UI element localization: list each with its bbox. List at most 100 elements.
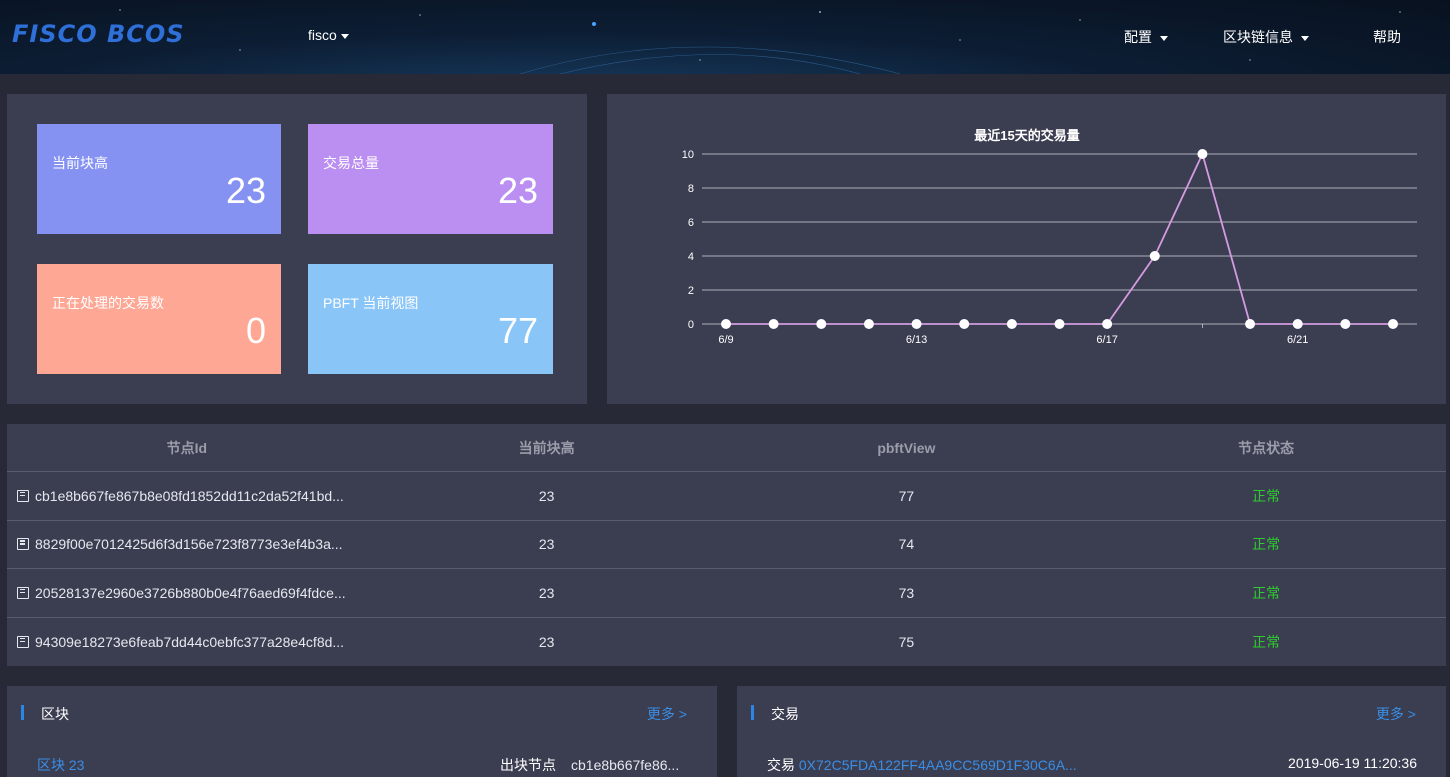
node-icon bbox=[17, 538, 29, 551]
data-point[interactable] bbox=[1054, 319, 1065, 329]
blocks-more-link[interactable]: 更多 > bbox=[647, 704, 687, 724]
nav-chain-info[interactable]: 区块链信息 bbox=[1223, 27, 1309, 47]
fisco-bcos-logo[interactable]: FISCO BCOS bbox=[12, 20, 185, 48]
series-points bbox=[721, 149, 1398, 329]
node-id-cell: 8829f00e7012425d6f3d156e723f8773e3ef4b3a… bbox=[7, 536, 367, 552]
table-row: 20528137e2960e3726b880b0e4f76aed69f4fdce… bbox=[7, 569, 1446, 618]
node-icon bbox=[17, 489, 29, 502]
node-id: 8829f00e7012425d6f3d156e723f8773e3ef4b3a… bbox=[35, 536, 343, 553]
data-point[interactable] bbox=[959, 319, 970, 329]
data-point[interactable] bbox=[1149, 251, 1160, 261]
sealer-node-id: cb1e8b667fe86... bbox=[571, 757, 680, 773]
blocks-panel: 区块 更多 > 区块 23 出块节点 cb1e8b667fe86... bbox=[7, 686, 717, 777]
block-height-cell: 23 bbox=[538, 584, 555, 601]
node-table: 节点Id 当前块高 pbftView 节点状态 cb1e8b667fe867b8… bbox=[7, 424, 1446, 666]
series-line bbox=[726, 151, 1393, 325]
block-link[interactable]: 区块 23 bbox=[37, 755, 84, 775]
y-axis-ticks: 0 2 4 6 8 10 bbox=[682, 149, 694, 331]
sealer-label: 出块节点 bbox=[500, 757, 556, 773]
transactions-section-title: 交易 bbox=[751, 704, 799, 724]
block-height-cell: 23 bbox=[538, 633, 555, 650]
data-point[interactable] bbox=[1102, 319, 1113, 329]
node-icon bbox=[17, 586, 29, 599]
stat-card-block-height: 当前块高 23 bbox=[37, 124, 281, 234]
transaction-prefix: 交易 bbox=[767, 757, 795, 773]
stat-value: 23 bbox=[225, 170, 266, 211]
x-tick-label: 6/17 bbox=[1096, 334, 1117, 346]
col-node-id: 节点Id bbox=[166, 439, 208, 456]
status-cell: 正常 bbox=[1252, 633, 1281, 650]
table-row: 8829f00e7012425d6f3d156e723f8773e3ef4b3a… bbox=[7, 521, 1446, 569]
data-point[interactable] bbox=[816, 319, 827, 329]
nav-config[interactable]: 配置 bbox=[1124, 27, 1168, 47]
y-tick-label: 2 bbox=[688, 285, 694, 297]
nav-help[interactable]: 帮助 bbox=[1373, 27, 1401, 47]
x-tick-label: 6/9 bbox=[718, 334, 733, 346]
pbft-view-cell: 75 bbox=[898, 633, 915, 650]
stat-card-pending-tx: 正在处理的交易数 0 bbox=[37, 264, 281, 374]
x-tick-label: 6/21 bbox=[1287, 334, 1308, 346]
table-row: 94309e18273e6feab7dd44c0ebfc377a28e4cf8d… bbox=[7, 618, 1446, 667]
transaction-item: 交易 0X72C5FDA122FF4AA9CC569D1F30C6A... bbox=[767, 755, 1077, 775]
pbft-view-cell: 77 bbox=[898, 487, 915, 504]
stat-card-tx-total: 交易总量 23 bbox=[308, 124, 553, 234]
col-node-status: 节点状态 bbox=[1238, 439, 1295, 456]
transactions-more-link[interactable]: 更多 > bbox=[1376, 704, 1416, 724]
y-tick-label: 8 bbox=[688, 183, 694, 195]
node-id: 94309e18273e6feab7dd44c0ebfc377a28e4cf8d… bbox=[35, 633, 345, 650]
nav-chain-info-label: 区块链信息 bbox=[1223, 29, 1293, 45]
blocks-section-title: 区块 bbox=[21, 704, 69, 724]
block-height-cell: 23 bbox=[538, 487, 555, 504]
caret-down-icon bbox=[1301, 35, 1309, 41]
stat-card-pbft-view: PBFT 当前视图 77 bbox=[308, 264, 553, 374]
user-dropdown[interactable]: fisco bbox=[308, 27, 349, 43]
data-point[interactable] bbox=[1197, 149, 1208, 159]
data-point[interactable] bbox=[1340, 319, 1351, 329]
y-tick-label: 4 bbox=[688, 251, 694, 263]
node-id-cell: 20528137e2960e3726b880b0e4f76aed69f4fdce… bbox=[7, 585, 367, 601]
status-cell: 正常 bbox=[1252, 487, 1281, 504]
data-point[interactable] bbox=[768, 319, 779, 329]
transaction-hash-link[interactable]: 0X72C5FDA122FF4AA9CC569D1F30C6A... bbox=[799, 757, 1077, 773]
col-block-height: 当前块高 bbox=[518, 439, 575, 456]
transaction-line-chart: 最近15天的交易量 0 2 4 6 8 10 6/9 6/13 6/17 6/21 bbox=[682, 128, 1417, 346]
col-pbft-view: pbftView bbox=[877, 439, 936, 456]
caret-down-icon bbox=[340, 33, 349, 39]
node-id: cb1e8b667fe867b8e08fd1852dd11c2da52f41bd… bbox=[35, 487, 344, 504]
stat-label: 交易总量 bbox=[323, 155, 379, 171]
transactions-panel: 交易 更多 > 交易 0X72C5FDA122FF4AA9CC569D1F30C… bbox=[737, 686, 1446, 777]
data-point[interactable] bbox=[1292, 319, 1303, 329]
data-point[interactable] bbox=[721, 319, 731, 329]
data-point[interactable] bbox=[863, 319, 874, 329]
stat-value: 77 bbox=[497, 310, 538, 351]
node-icon bbox=[17, 635, 29, 648]
x-tick-label: 6/13 bbox=[906, 334, 927, 346]
data-point[interactable] bbox=[911, 319, 922, 329]
stat-value: 23 bbox=[497, 170, 538, 211]
table-row: cb1e8b667fe867b8e08fd1852dd11c2da52f41bd… bbox=[7, 472, 1446, 521]
data-point[interactable] bbox=[1388, 319, 1398, 329]
nav-config-label: 配置 bbox=[1124, 29, 1152, 45]
top-header: FISCO BCOS fisco 配置 区块链信息 帮助 bbox=[0, 0, 1450, 74]
caret-down-icon bbox=[1160, 35, 1168, 41]
block-height-cell: 23 bbox=[538, 536, 555, 553]
table-header: 节点Id 当前块高 pbftView 节点状态 bbox=[7, 424, 1446, 472]
pbft-view-cell: 74 bbox=[898, 536, 915, 553]
data-point[interactable] bbox=[1006, 319, 1017, 329]
pbft-view-cell: 73 bbox=[898, 584, 915, 601]
y-tick-label: 0 bbox=[688, 319, 694, 331]
node-id-cell: cb1e8b667fe867b8e08fd1852dd11c2da52f41bd… bbox=[7, 488, 367, 504]
status-cell: 正常 bbox=[1252, 536, 1281, 553]
status-cell: 正常 bbox=[1252, 584, 1281, 601]
node-id-cell: 94309e18273e6feab7dd44c0ebfc377a28e4cf8d… bbox=[7, 634, 367, 650]
y-tick-label: 6 bbox=[688, 217, 694, 229]
chart-title: 最近15天的交易量 bbox=[974, 128, 1079, 143]
stat-label: 正在处理的交易数 bbox=[52, 295, 164, 311]
y-tick-label: 10 bbox=[682, 149, 694, 161]
chart-grid bbox=[702, 153, 1417, 325]
data-point[interactable] bbox=[1245, 319, 1256, 329]
stats-panel: 当前块高 23 交易总量 23 正在处理的交易数 0 PBFT 当前视图 77 bbox=[7, 94, 587, 404]
user-name: fisco bbox=[308, 27, 337, 43]
stat-label: 当前块高 bbox=[52, 155, 108, 171]
node-id: 20528137e2960e3726b880b0e4f76aed69f4fdce… bbox=[35, 584, 346, 601]
